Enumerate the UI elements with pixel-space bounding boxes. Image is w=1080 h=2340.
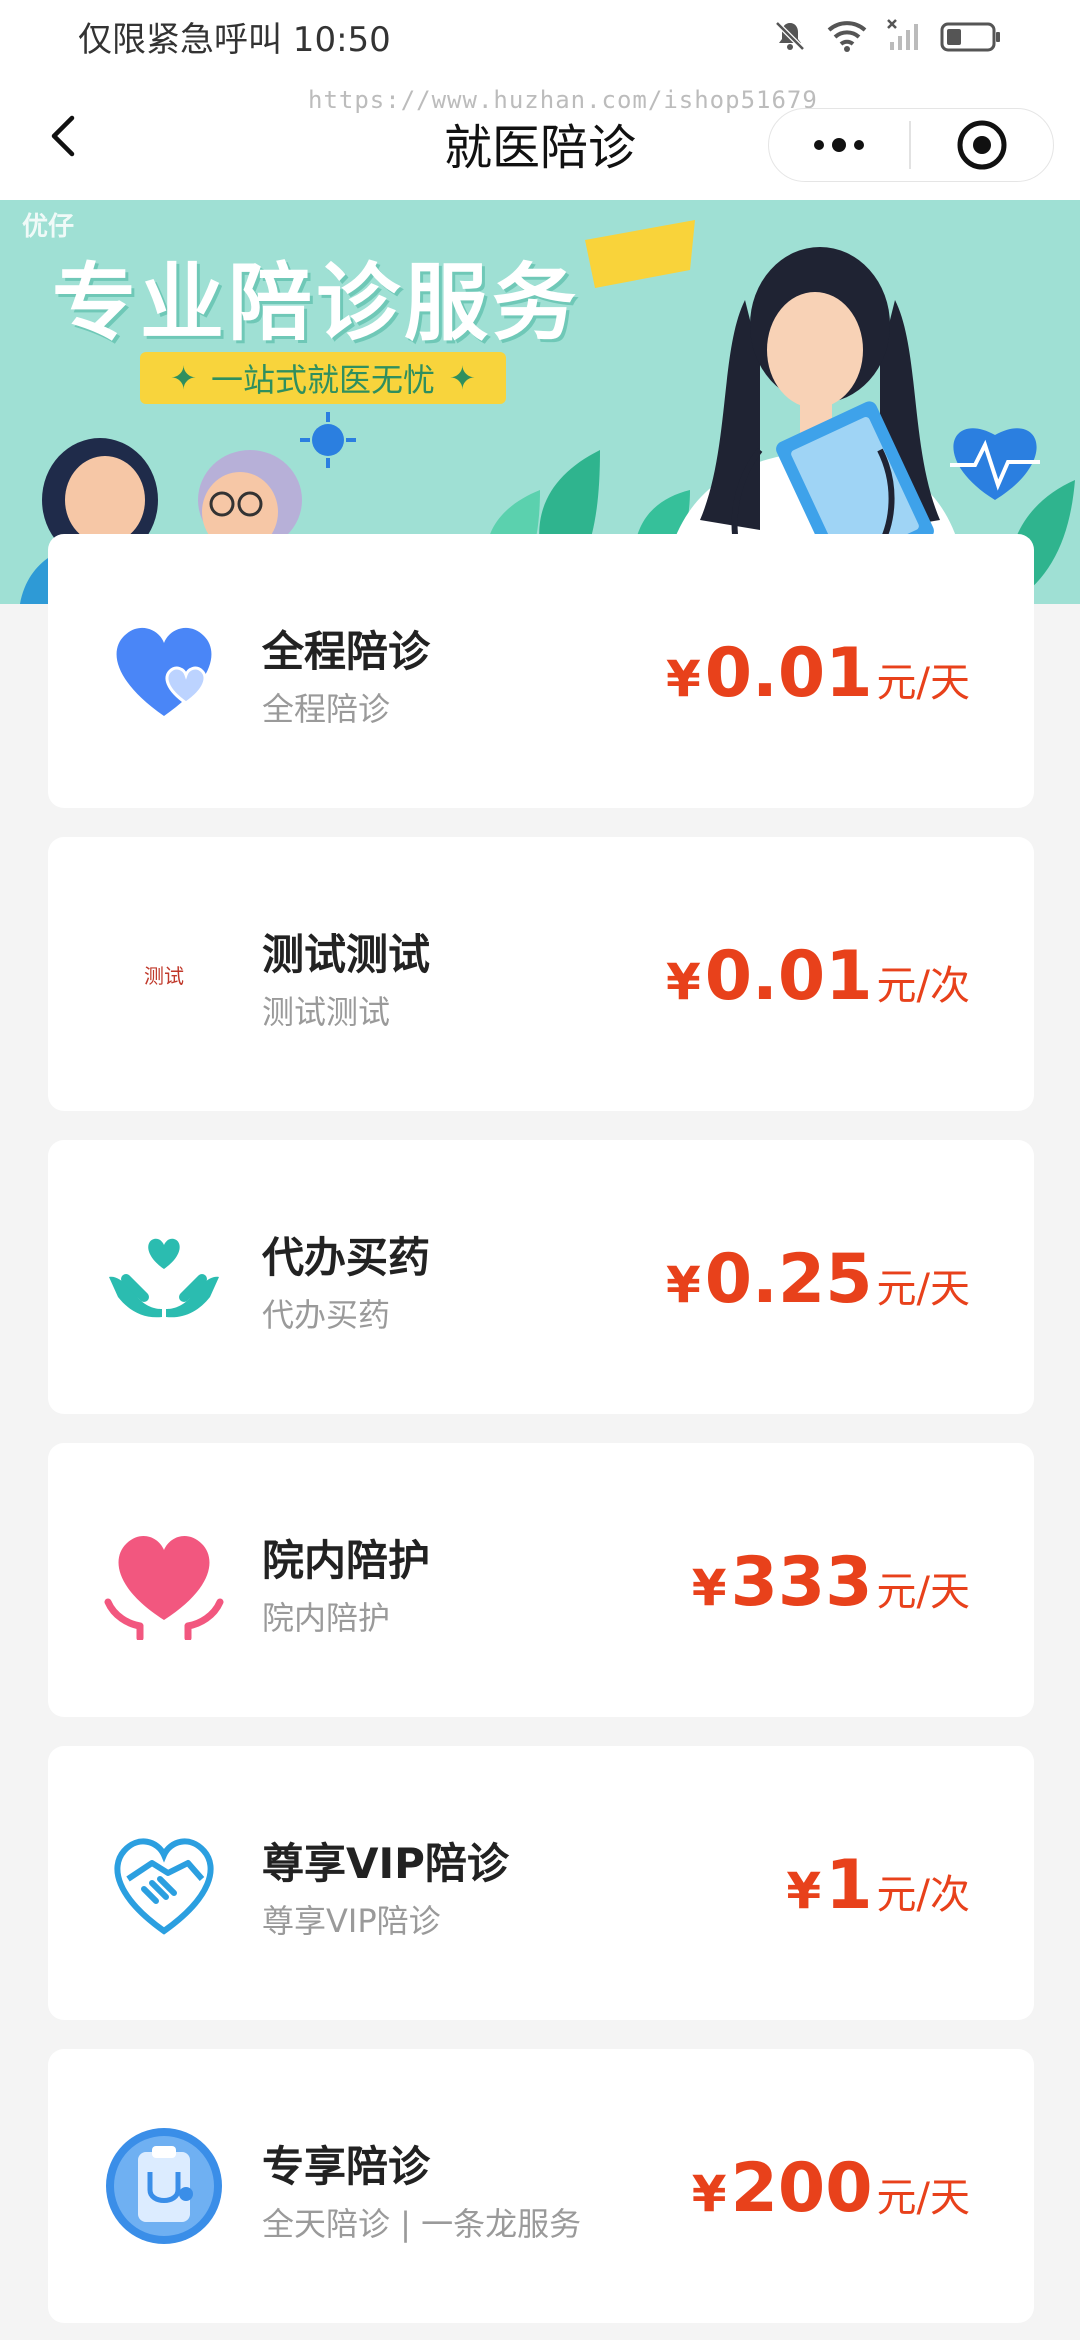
status-icons	[772, 18, 1002, 54]
test-image-label: 测试	[144, 963, 184, 988]
navigation-bar: https://www.huzhan.com/ishop51679 就医陪诊	[0, 72, 1080, 200]
banner-tagline-pill: ✦ 一站式就医无忧 ✦	[140, 352, 506, 404]
service-title: 院内陪护	[262, 1536, 431, 1585]
service-subtitle: 全天陪诊 | 一条龙服务	[262, 2205, 582, 2243]
service-price: ¥ 333 元/天	[692, 1543, 970, 1622]
service-price: ¥ 1 元/次	[786, 1846, 970, 1925]
app-root: 仅限紧急呼叫 10:50 https://www.huzhan.com/isho…	[0, 0, 1080, 2340]
price-value: 1	[825, 1846, 873, 1925]
price-value: 0.25	[704, 1240, 873, 1319]
service-title: 测试测试	[262, 930, 431, 979]
handshake-heart-icon	[104, 1823, 224, 1943]
service-subtitle: 院内陪护	[262, 1599, 391, 1637]
more-dots-icon	[814, 138, 864, 152]
price-unit: 元/天	[876, 660, 970, 706]
heart-hands-icon	[104, 1520, 224, 1640]
currency-symbol: ¥	[691, 1559, 727, 1617]
sparkle-icon: ✦	[170, 359, 197, 397]
battery-icon	[940, 22, 1000, 52]
signal-icon	[887, 19, 918, 50]
service-card-full-escort[interactable]: 全程陪诊 全程陪诊 ¥ 0.01 元/天	[48, 534, 1034, 808]
mini-program-capsule	[768, 108, 1054, 182]
close-mini-program-button[interactable]	[911, 109, 1054, 181]
service-price: ¥ 0.01 元/次	[666, 937, 970, 1016]
service-subtitle: 测试测试	[262, 993, 391, 1031]
service-price: ¥ 0.01 元/天	[666, 634, 970, 713]
currency-symbol: ¥	[665, 953, 701, 1011]
price-value: 0.01	[704, 937, 873, 1016]
service-title: 全程陪诊	[262, 627, 431, 676]
service-price: ¥ 0.25 元/天	[666, 1240, 970, 1319]
price-unit: 元/次	[876, 1872, 970, 1918]
service-title: 代办买药	[262, 1233, 431, 1282]
service-subtitle: 全程陪诊	[262, 690, 391, 728]
service-title: 专享陪诊	[262, 2142, 431, 2191]
hands-heart-icon	[104, 1217, 224, 1337]
heart-icon	[104, 611, 224, 731]
banner-tagline: 一站式就医无忧	[210, 361, 435, 399]
test-image-icon: 测试	[104, 914, 224, 1034]
currency-symbol: ¥	[665, 650, 701, 708]
service-card-hospital-care[interactable]: 院内陪护 院内陪护 ¥ 333 元/天	[48, 1443, 1034, 1717]
currency-symbol: ¥	[691, 2165, 727, 2223]
service-title: 尊享VIP陪诊	[262, 1839, 509, 1888]
currency-symbol: ¥	[665, 1256, 701, 1314]
price-value: 0.01	[704, 634, 873, 713]
price-value: 200	[730, 2149, 873, 2228]
clipboard-stethoscope-icon	[104, 2126, 224, 2246]
price-unit: 元/天	[876, 1569, 970, 1615]
service-card-test[interactable]: 测试 测试测试 测试测试 ¥ 0.01 元/次	[48, 837, 1034, 1111]
service-subtitle: 尊享VIP陪诊	[262, 1902, 441, 1940]
wifi-icon	[827, 21, 867, 52]
service-card-vip-escort[interactable]: 尊享VIP陪诊 尊享VIP陪诊 ¥ 1 元/次	[48, 1746, 1034, 2020]
service-price: ¥ 200 元/天	[692, 2149, 970, 2228]
service-subtitle: 代办买药	[262, 1296, 391, 1334]
currency-symbol: ¥	[786, 1862, 822, 1920]
sparkle-icon: ✦	[449, 359, 476, 397]
service-card-exclusive-escort[interactable]: 专享陪诊 全天陪诊 | 一条龙服务 ¥ 200 元/天	[48, 2049, 1034, 2323]
status-bar: 仅限紧急呼叫 10:50	[0, 0, 1080, 72]
price-unit: 元/天	[876, 1266, 970, 1312]
more-button[interactable]	[769, 109, 909, 181]
price-unit: 元/次	[876, 963, 970, 1009]
banner-headline: 专业陪诊服务	[52, 254, 581, 352]
service-card-medicine-errand[interactable]: 代办买药 代办买药 ¥ 0.25 元/天	[48, 1140, 1034, 1414]
target-close-icon	[957, 120, 1007, 170]
price-value: 333	[730, 1543, 873, 1622]
status-text: 仅限紧急呼叫 10:50	[78, 19, 391, 60]
price-unit: 元/天	[876, 2175, 970, 2221]
bell-muted-icon	[775, 21, 805, 51]
